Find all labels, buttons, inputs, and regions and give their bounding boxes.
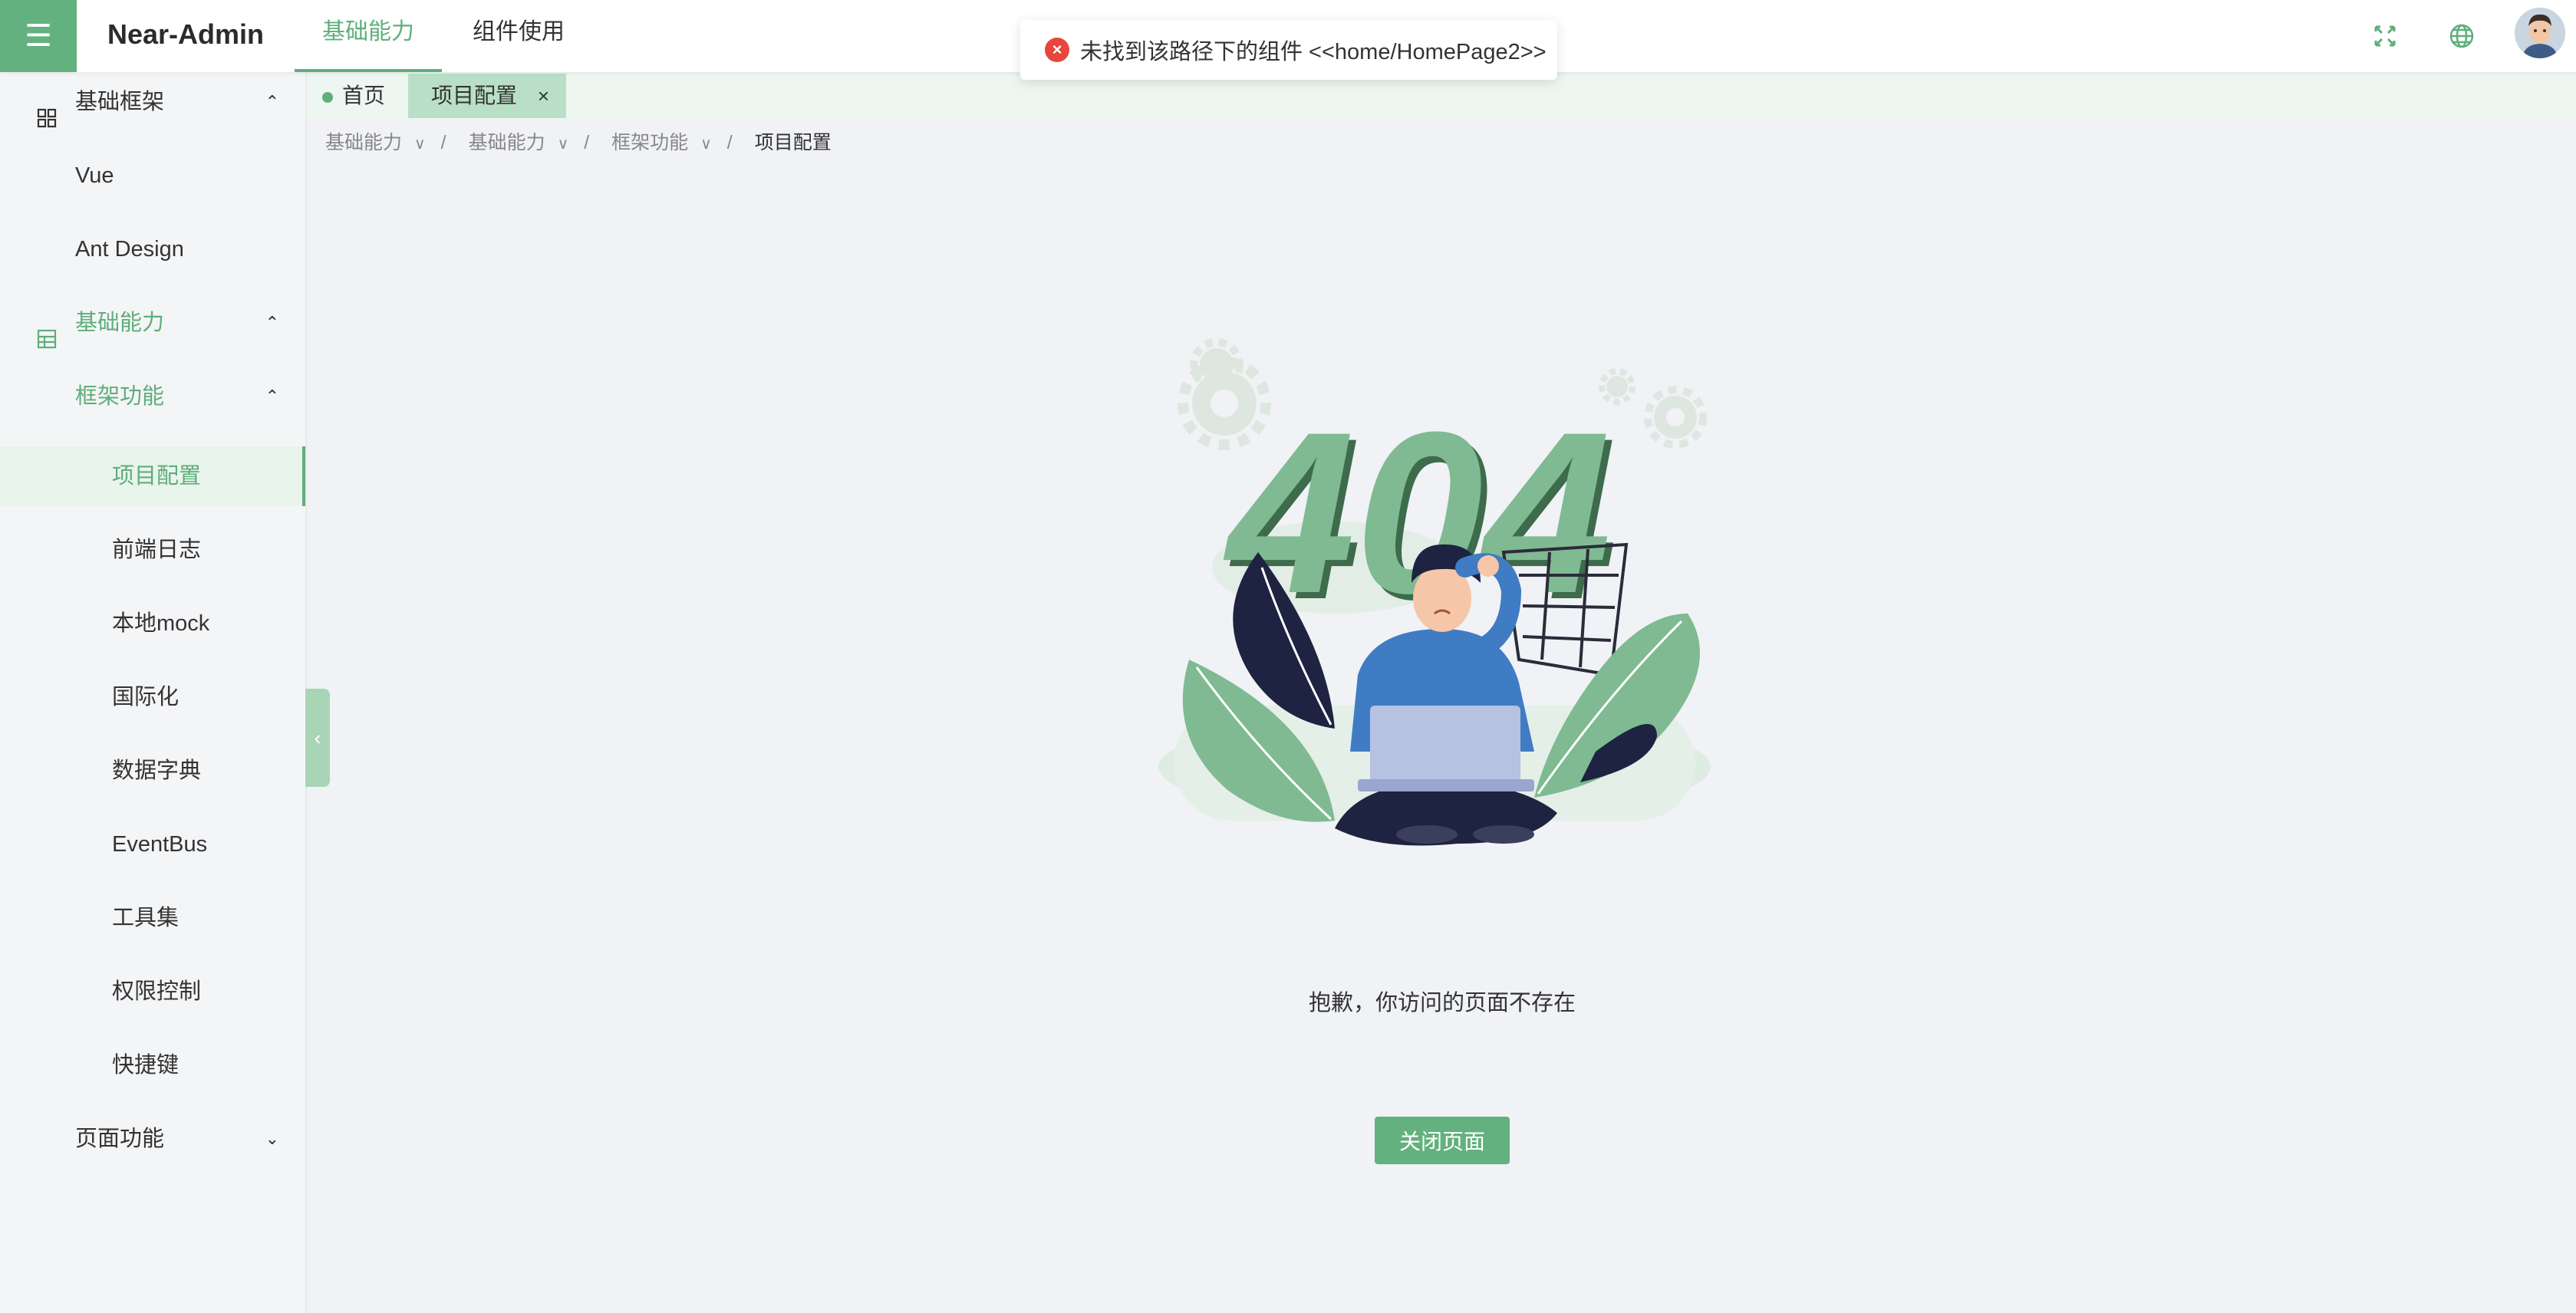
globe-icon[interactable] — [2443, 17, 2481, 55]
table-icon — [37, 312, 58, 349]
breadcrumb-item[interactable]: 框架功能 — [611, 127, 688, 158]
sidebar-item-label: 数据字典 — [112, 759, 202, 783]
sidebar-item-permission[interactable]: 权限控制 — [0, 962, 305, 1022]
sidebar-collapse-handle[interactable]: ‹ — [305, 689, 330, 787]
page-tab-label: 项目配置 — [431, 84, 518, 107]
sidebar-item-label: Ant Design — [75, 237, 184, 262]
breadcrumb-current: 项目配置 — [754, 132, 832, 153]
chevron-up-icon: ⌃ — [265, 387, 279, 406]
sidebar-item-label: 工具集 — [112, 906, 180, 930]
page-tab-project-config[interactable]: 项目配置 × — [408, 74, 566, 118]
top-tab-basic[interactable]: 基础能力 — [295, 0, 442, 72]
menu-icon[interactable]: ☰ — [0, 0, 77, 72]
sidebar-item-data-dict[interactable]: 数据字典 — [0, 741, 305, 801]
active-tab-underline — [295, 69, 442, 72]
breadcrumb-separator: / — [584, 132, 590, 153]
breadcrumb-item[interactable]: 基础能力 — [325, 127, 402, 158]
chevron-down-icon[interactable]: ∨ — [558, 129, 569, 160]
sidebar-item-frontend-log[interactable]: 前端日志 — [0, 520, 305, 580]
active-dot-icon — [322, 91, 333, 103]
chevron-down-icon[interactable]: ∨ — [700, 129, 712, 160]
sidebar-item-ant-design[interactable]: Ant Design — [0, 219, 305, 279]
sidebar-item-toolset[interactable]: 工具集 — [0, 888, 305, 948]
sidebar-item-label: 国际化 — [112, 685, 180, 709]
sidebar-item-label: 基础框架 — [75, 90, 165, 114]
close-page-button[interactable]: 关闭页面 — [1375, 1117, 1510, 1164]
sidebar-item-label: 基础能力 — [75, 311, 165, 335]
top-tab-label: 组件使用 — [473, 19, 565, 44]
sidebar-item-basic-framework[interactable]: 基础框架 ⌃ — [0, 72, 305, 132]
page-tab-home[interactable]: 首页 — [322, 74, 407, 118]
sidebar-item-label: 本地mock — [112, 611, 210, 636]
sidebar-item-label: 前端日志 — [112, 538, 202, 562]
sidebar-item-local-mock[interactable]: 本地mock — [0, 594, 305, 653]
sidebar-item-page-features[interactable]: 页面功能 ⌄ — [0, 1109, 305, 1169]
not-found-message: 抱歉，你访问的页面不存在 — [1308, 991, 1576, 1015]
avatar[interactable] — [2515, 8, 2565, 58]
breadcrumb: 基础能力 ∨ / 基础能力 ∨ / 框架功能 ∨ / 项目配置 — [325, 127, 832, 158]
chevron-up-icon: ⌃ — [265, 313, 279, 332]
page-tab-label: 首页 — [342, 84, 386, 107]
breadcrumb-item[interactable]: 基础能力 — [469, 127, 545, 158]
sidebar-item-label: 权限控制 — [112, 979, 202, 1004]
close-icon[interactable]: × — [538, 74, 549, 118]
sidebar-item-eventbus[interactable]: EventBus — [0, 814, 305, 874]
sidebar-item-label: 快捷键 — [112, 1053, 180, 1078]
sidebar-item-framework-features[interactable]: 框架功能 ⌃ — [0, 367, 305, 426]
toast-message: 未找到该路径下的组件 <<home/HomePage2>> — [1080, 40, 1547, 64]
error-toast: × 未找到该路径下的组件 <<home/HomePage2>> — [1020, 20, 1557, 80]
app-title: Near-Admin — [107, 18, 265, 50]
sidebar-item-basic-capability[interactable]: 基础能力 ⌃ — [0, 293, 305, 353]
top-tab-components[interactable]: 组件使用 — [473, 0, 565, 72]
sidebar-item-label: 框架功能 — [75, 384, 165, 409]
grid-icon — [37, 91, 58, 128]
sidebar-item-label: EventBus — [112, 832, 208, 857]
not-found-illustration: 404 404 — [1105, 322, 1749, 859]
breadcrumb-separator: / — [440, 132, 446, 153]
chevron-down-icon: ⌄ — [265, 1129, 279, 1148]
sidebar-item-vue[interactable]: Vue — [0, 146, 305, 206]
sidebar-item-shortcuts[interactable]: 快捷键 — [0, 1035, 305, 1095]
chevron-left-icon: ‹ — [314, 726, 321, 749]
sidebar-item-label: Vue — [75, 163, 114, 188]
sidebar-item-project-config[interactable]: 项目配置 — [0, 446, 305, 506]
sidebar-item-label: 项目配置 — [112, 464, 202, 489]
breadcrumb-separator: / — [726, 132, 733, 153]
error-icon: × — [1045, 38, 1069, 62]
sidebar-item-i18n[interactable]: 国际化 — [0, 667, 305, 727]
top-tab-label: 基础能力 — [322, 19, 414, 44]
sidebar-item-label: 页面功能 — [75, 1127, 165, 1151]
fullscreen-icon[interactable] — [2366, 17, 2404, 55]
chevron-up-icon: ⌃ — [265, 92, 279, 111]
sidebar: 基础框架 ⌃ Vue Ant Design 基础能力 ⌃ 框架功能 ⌃ 项目配置… — [0, 72, 307, 1313]
chevron-down-icon[interactable]: ∨ — [414, 129, 426, 160]
